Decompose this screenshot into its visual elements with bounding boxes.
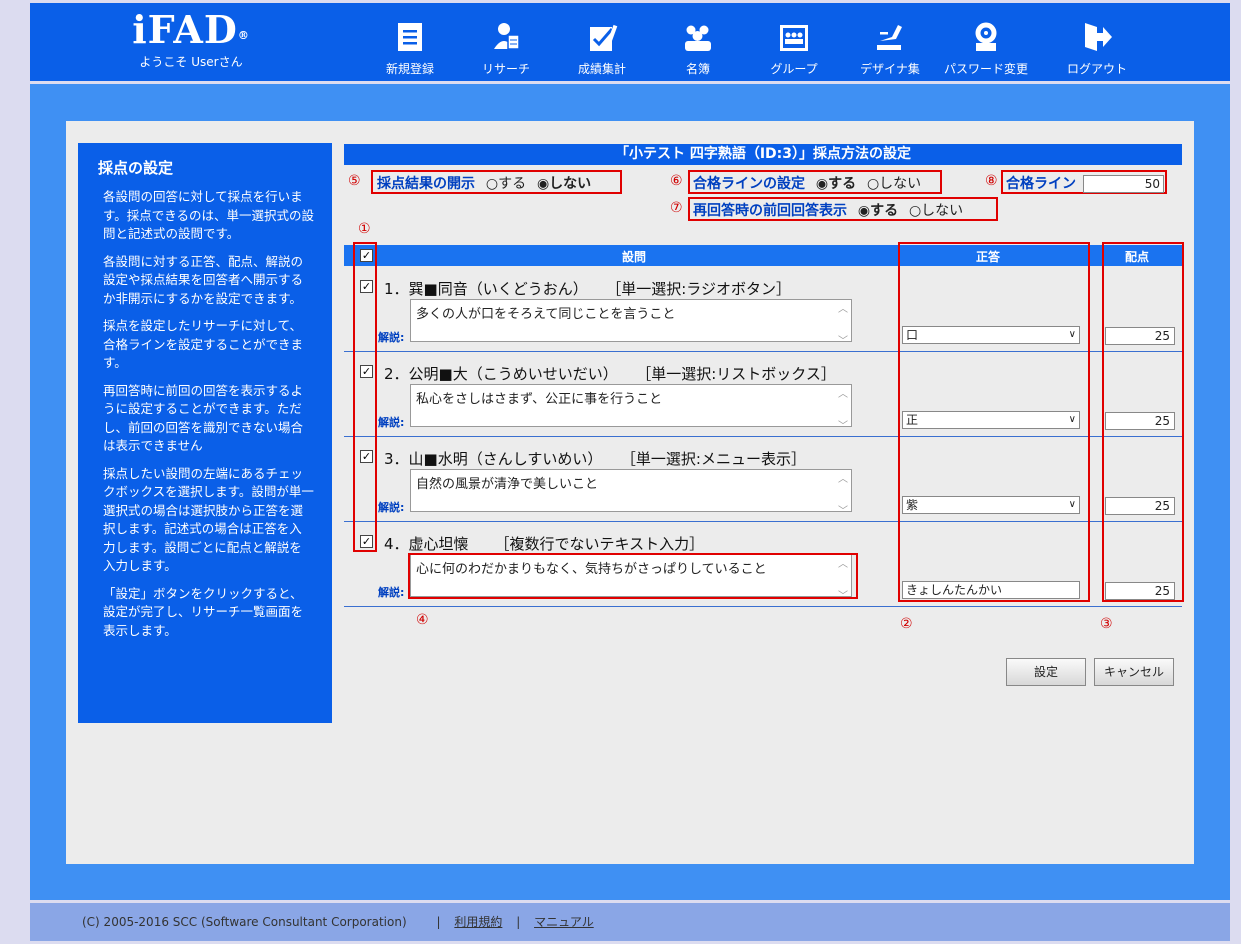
scrollbar[interactable]: ︿ ﹀: [837, 302, 849, 347]
question-title: 4．虚心坦懐 ［複数行でないテキスト入力］: [384, 535, 705, 553]
explanation-label: 解説:: [378, 331, 405, 344]
question-title: 2．公明■大（こうめいせいだい） ［単一選択:リストボックス］: [384, 365, 836, 383]
help-paragraph: 採点を設定したリサーチに対して、合格ラインを設定することができます。: [103, 318, 304, 370]
annotation-2: ②: [900, 616, 913, 632]
roster-icon: [685, 25, 711, 51]
annotation-1: ①: [358, 221, 371, 237]
annotation-8: ⑧: [985, 173, 998, 189]
disclose-label: 採点結果の開示: [377, 176, 475, 192]
save-button[interactable]: 設定: [1006, 658, 1086, 686]
research-icon: [494, 23, 520, 50]
annotation-7: ⑦: [670, 200, 683, 216]
scrollbar[interactable]: ︿ ﹀: [837, 472, 849, 517]
passline-setting-yes-radio[interactable]: ◉する: [816, 176, 856, 192]
prev-answer-no-radio[interactable]: ○しない: [909, 203, 963, 219]
grades-icon: [590, 24, 618, 51]
help-paragraph: 再回答時に前回の回答を表示するように設定することができます。ただし、前回の回答を…: [103, 382, 304, 454]
help-title: 採点の設定: [98, 159, 174, 177]
nav-roster[interactable]: 名簿: [648, 3, 748, 81]
manual-link[interactable]: マニュアル: [534, 915, 594, 929]
explanation-textarea[interactable]: 私心をさしはさまず、公正に事を行うこと ︿ ﹀: [410, 384, 852, 432]
brand-name: iFAD®: [132, 7, 250, 52]
annotation-box-checkbox-col: [353, 242, 377, 552]
content-panel: 採点の設定 各設問の回答に対して採点を行います。採点できるのは、単一選択式の設問…: [66, 121, 1194, 864]
help-paragraph: 各設問の回答に対して採点を行います。採点できるのは、単一選択式の設問と記述式の設…: [103, 189, 315, 241]
annotation-box-score-col: [1102, 242, 1184, 602]
explanation-label: 解説:: [378, 586, 405, 599]
explanation-textarea[interactable]: 多くの人が口をそろえて同じことを言うこと ︿ ﹀: [410, 299, 852, 347]
help-paragraph: 各設問に対する正答、配点、解説の設定や採点結果を回答者へ開示するか非開示にするか…: [103, 253, 304, 306]
header-bar: iFAD® ようこそ Userさん 新規登録 リサーチ 成績集計 名簿 グループ…: [30, 3, 1230, 81]
copyright: (C) 2005-2016 SCC (Software Consultant C…: [82, 915, 407, 929]
passline-setting-option: 合格ラインの設定 ◉する ○しない: [693, 173, 921, 193]
cancel-button[interactable]: キャンセル: [1094, 658, 1174, 686]
help-paragraph: 「設定」ボタンをクリックすると、設定が完了し、リサーチ一覧画面を表示します。: [103, 585, 304, 638]
annotation-box-answer-col: [898, 242, 1090, 602]
footer-separator: |: [436, 915, 441, 929]
footer-separator: |: [516, 915, 521, 929]
annotation-box-explanation: [408, 553, 858, 599]
annotation-3: ③: [1100, 616, 1113, 632]
disclose-option: 採点結果の開示 ○する ◉しない: [377, 173, 591, 193]
annotation-6: ⑥: [670, 173, 683, 189]
passline-label: 合格ライン: [1006, 176, 1076, 192]
prev-answer-label: 再回答時の前回回答表示: [693, 203, 847, 219]
nav-group[interactable]: グループ: [744, 3, 844, 81]
question-title: 1．巽■同音（いくどうおん） ［単一選択:ラジオボタン］: [384, 280, 791, 298]
password-icon: [975, 22, 997, 51]
annotation-4: ④: [416, 612, 429, 628]
question-title: 3．山■水明（さんしすいめい） ［単一選択:メニュー表示］: [384, 450, 806, 468]
main-area: 採点の設定 各設問の回答に対して採点を行います。採点できるのは、単一選択式の設問…: [30, 84, 1230, 900]
passline-input[interactable]: 50: [1083, 175, 1164, 193]
disclose-yes-radio[interactable]: ○する: [486, 176, 526, 192]
help-panel: 採点の設定 各設問の回答に対して採点を行います。採点できるのは、単一選択式の設問…: [78, 143, 332, 723]
nav-new-registration[interactable]: 新規登録: [360, 3, 460, 81]
help-paragraph: 採点したい設問の左端にあるチェックボックスを選択します。設問が単一選択式の場合は…: [103, 465, 314, 574]
scrollbar[interactable]: ︿ ﹀: [837, 387, 849, 432]
nav-grades[interactable]: 成績集計: [552, 3, 652, 81]
nav-password-change[interactable]: パスワード変更: [936, 3, 1036, 81]
logout-icon: [1085, 23, 1112, 51]
group-icon: [780, 25, 808, 51]
prev-answer-option: 再回答時の前回回答表示 ◉する ○しない: [693, 200, 963, 220]
passline-setting-no-radio[interactable]: ○しない: [867, 176, 921, 192]
disclose-no-radio[interactable]: ◉しない: [537, 176, 591, 192]
form-title: 「小テスト 四字熟語（ID:3）」採点方法の設定: [344, 144, 1182, 165]
prev-answer-yes-radio[interactable]: ◉する: [858, 203, 898, 219]
welcome-text: ようこそ Userさん: [139, 55, 243, 69]
nav-logout[interactable]: ログアウト: [1047, 3, 1147, 81]
nav-designer[interactable]: デザイナ集: [840, 3, 940, 81]
designer-icon: [877, 25, 902, 50]
explanation-label: 解説:: [378, 501, 405, 514]
terms-link[interactable]: 利用規約: [454, 915, 502, 929]
explanation-label: 解説:: [378, 416, 405, 429]
footer: (C) 2005-2016 SCC (Software Consultant C…: [30, 903, 1230, 941]
app-logo: iFAD® ようこそ Userさん: [126, 7, 256, 69]
annotation-5: ⑤: [348, 173, 361, 189]
col-question: 設問: [622, 250, 647, 264]
explanation-textarea[interactable]: 自然の風景が清浄で美しいこと ︿ ﹀: [410, 469, 852, 517]
nav-research[interactable]: リサーチ: [456, 3, 556, 81]
document-icon: [398, 23, 422, 51]
passline-setting-label: 合格ラインの設定: [693, 176, 805, 192]
